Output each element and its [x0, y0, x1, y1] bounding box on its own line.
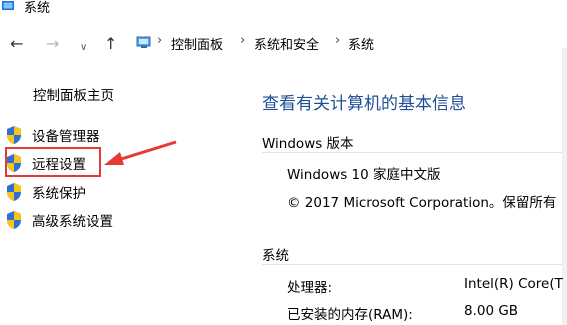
section-divider — [262, 264, 562, 265]
navigation-bar: ← → ∨ ↑ › 控制面板 › 系统和安全 › 系统 — [0, 18, 567, 70]
shield-icon — [7, 211, 21, 229]
title-bar: 系统 — [0, 0, 567, 18]
system-section-title: 系统 — [262, 248, 289, 264]
processor-label: 处理器: — [287, 280, 333, 296]
copyright-text: © 2017 Microsoft Corporation。保留所有 — [287, 195, 557, 211]
breadcrumb-separator: › — [335, 33, 341, 48]
control-panel-icon — [136, 36, 151, 48]
breadcrumb-separator: › — [240, 33, 246, 48]
ram-label: 已安装的内存(RAM): — [287, 307, 413, 323]
ram-value: 8.00 GB — [464, 303, 519, 319]
section-divider — [262, 152, 562, 153]
up-arrow-icon[interactable]: ↑ — [104, 35, 117, 53]
sidebar-item-label: 高级系统设置 — [32, 214, 113, 230]
shield-icon — [7, 126, 21, 144]
breadcrumb-system[interactable]: 系统 — [348, 34, 374, 53]
system-window-icon — [2, 1, 14, 10]
windows-edition-title: Windows 版本 — [262, 136, 354, 152]
highlight-box — [5, 147, 101, 177]
processor-value: Intel(R) Core(T — [464, 276, 563, 292]
control-panel-home-link[interactable]: 控制面板主页 — [33, 84, 114, 104]
chevron-down-icon[interactable]: ∨ — [80, 39, 87, 57]
window-title: 系统 — [24, 1, 51, 16]
breadcrumb-separator: › — [157, 33, 163, 48]
sidebar-item-label: 系统保护 — [32, 186, 86, 202]
sidebar-item-label: 设备管理器 — [32, 129, 100, 145]
right-arrow-icon[interactable]: → — [46, 35, 59, 53]
red-arrow-annotation — [104, 140, 177, 165]
page-title: 查看有关计算机的基本信息 — [262, 94, 466, 114]
left-arrow-icon[interactable]: ← — [10, 35, 23, 53]
windows-edition: Windows 10 家庭中文版 — [287, 167, 441, 183]
breadcrumb-control-panel[interactable]: 控制面板 — [171, 34, 223, 53]
shield-icon — [7, 183, 21, 201]
breadcrumb-system-security[interactable]: 系统和安全 — [254, 34, 319, 53]
